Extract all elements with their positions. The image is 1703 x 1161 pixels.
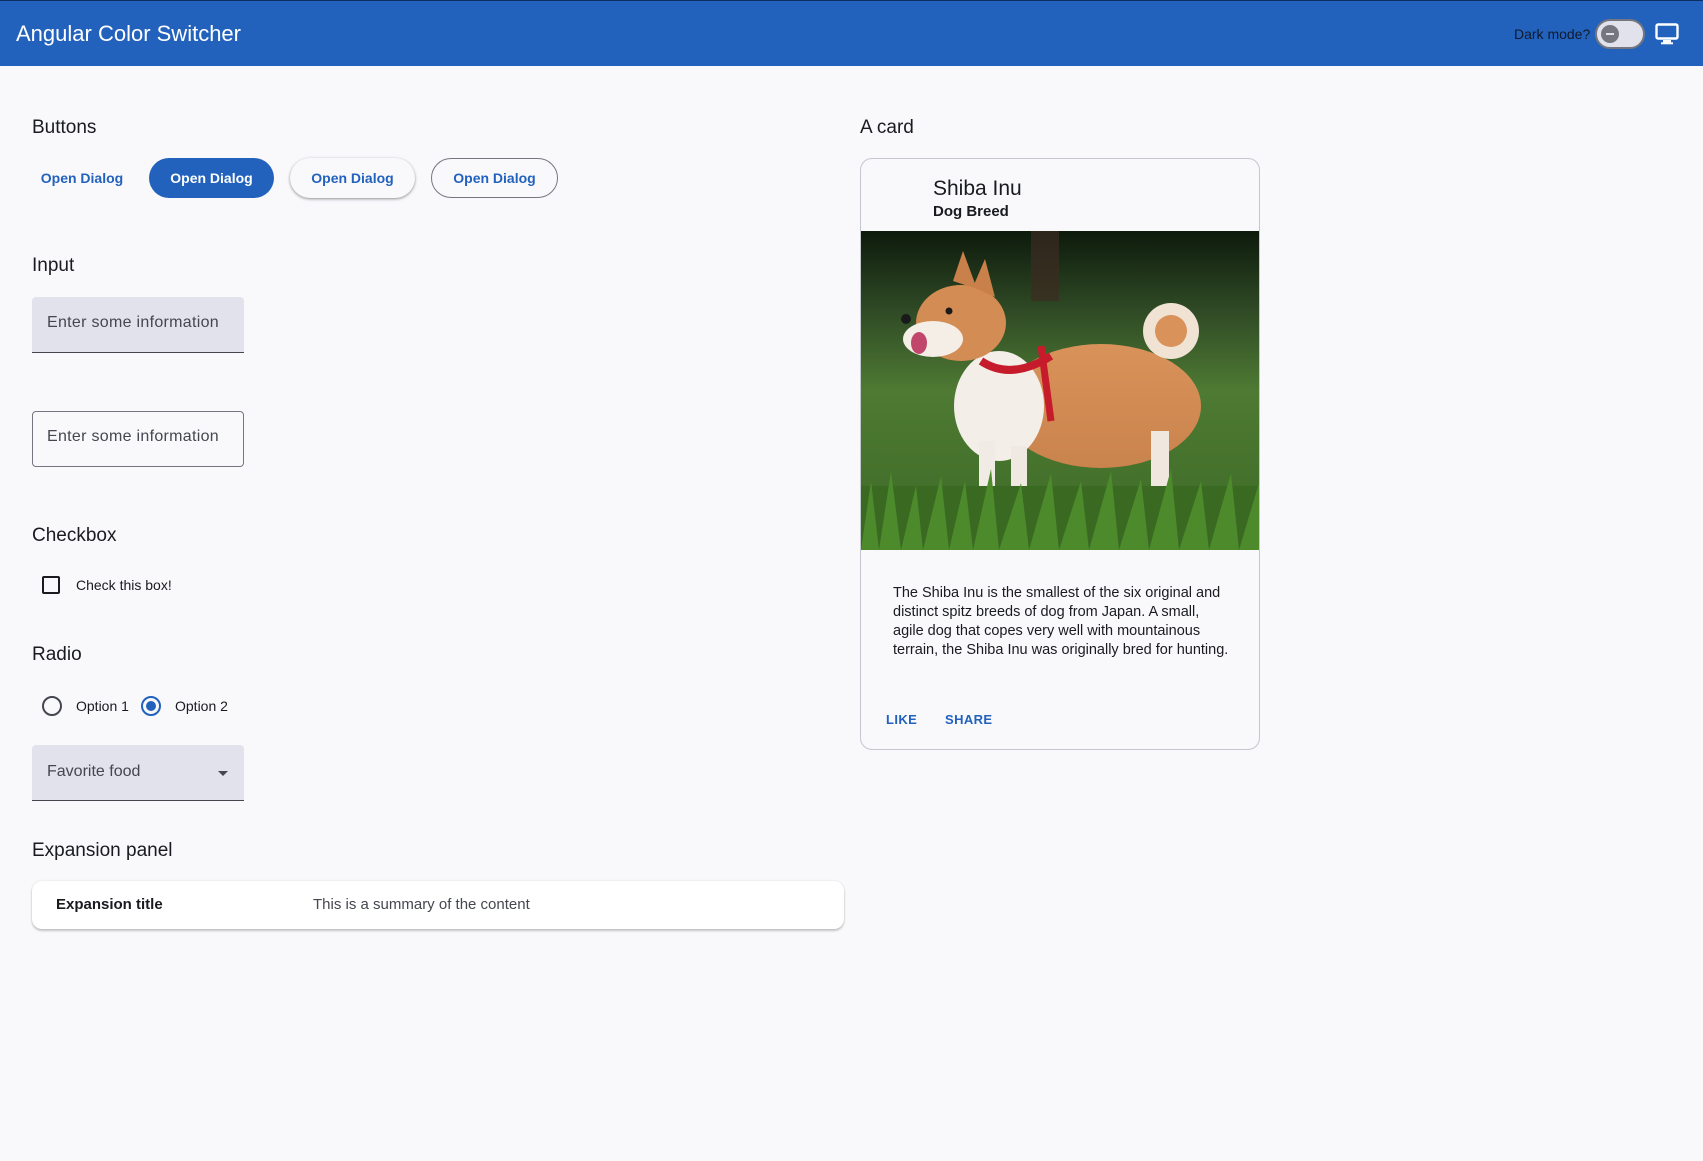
section-title-expansion: Expansion panel (32, 840, 173, 861)
share-button[interactable]: SHARE (945, 712, 993, 727)
expansion-title: Expansion title (56, 896, 163, 913)
open-dialog-elevated-button[interactable]: Open Dialog (290, 158, 415, 198)
dark-mode-toggle[interactable] (1595, 19, 1645, 49)
radio-option-2-label: Option 2 (175, 698, 228, 714)
radio-option-2[interactable] (141, 696, 161, 716)
section-title-buttons: Buttons (32, 117, 97, 138)
radio-option-1-label: Option 1 (76, 698, 129, 714)
open-dialog-filled-button[interactable]: Open Dialog (149, 158, 274, 198)
app-title: Angular Color Switcher (16, 21, 241, 46)
section-title-input: Input (32, 255, 75, 276)
card-title: Shiba Inu (933, 177, 1022, 200)
dropdown-arrow-icon (218, 771, 228, 776)
monitor-icon[interactable] (1655, 23, 1679, 45)
open-dialog-outlined-button[interactable]: Open Dialog (431, 158, 558, 198)
card-description: The Shiba Inu is the smallest of the six… (893, 585, 1229, 658)
section-title-radio: Radio (32, 644, 82, 665)
outlined-text-field (32, 411, 244, 467)
filled-text-field (32, 297, 244, 353)
checkbox-label: Check this box! (76, 577, 172, 593)
toggle-knob-icon (1601, 25, 1619, 43)
filled-information-input[interactable] (47, 314, 232, 332)
expansion-summary: This is a summary of the content (313, 896, 530, 913)
open-dialog-text-button[interactable]: Open Dialog (32, 158, 132, 198)
section-title-card: A card (860, 117, 914, 138)
check-this-box-checkbox[interactable] (42, 576, 60, 594)
select-label: Favorite food (47, 763, 141, 780)
shiba-inu-image (861, 231, 1259, 550)
outlined-information-input[interactable] (47, 428, 232, 446)
dark-mode-label: Dark mode? (1514, 26, 1591, 42)
card-subtitle: Dog Breed (933, 203, 1009, 220)
like-button[interactable]: LIKE (886, 712, 917, 727)
expansion-panel-header[interactable]: Expansion title This is a summary of the… (32, 881, 844, 929)
app-toolbar: Angular Color Switcher Dark mode? (0, 0, 1703, 66)
section-title-checkbox: Checkbox (32, 525, 117, 546)
favorite-food-select[interactable]: Favorite food (32, 745, 244, 801)
dog-card: Shiba Inu Dog Breed The Shiba Inu is the… (860, 158, 1260, 750)
radio-option-1[interactable] (42, 696, 62, 716)
